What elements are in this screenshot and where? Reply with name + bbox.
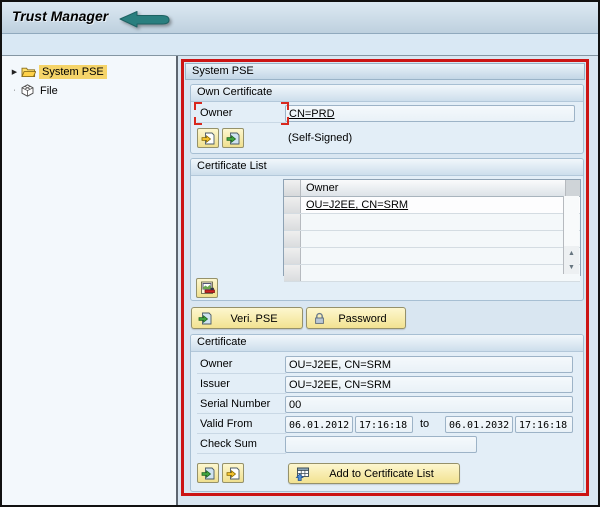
title-bar: Trust Manager [2,2,598,34]
column-header-owner[interactable]: Owner [301,180,565,196]
sidebar-item-label[interactable]: System PSE [39,64,107,79]
add-to-list-icon [295,467,309,481]
valid-from-time-field: 17:16:18 [355,416,413,433]
table-row[interactable]: OU=J2EE, CN=SRM [284,197,580,214]
sidebar-item-system-pse[interactable]: ▶ System PSE [2,62,176,81]
page-title: Trust Manager [12,8,109,24]
export-own-certificate-button[interactable] [197,128,219,148]
cert-owner-label: Owner [197,356,286,374]
cert-issuer-field: OU=J2EE, CN=SRM [285,376,573,393]
table-header-row: Owner [284,180,580,197]
export-certificate-list-button[interactable] [196,278,218,298]
annotation-corner [281,102,289,110]
row-selector[interactable] [284,248,301,264]
row-selector[interactable] [284,265,301,281]
document-import-green-icon [201,467,215,479]
annotation-corner [194,102,202,110]
self-signed-note: (Self-Signed) [288,132,353,144]
annotation-arrow-left-icon [119,11,170,28]
cert-serial-field: 00 [285,396,573,413]
certificate-group: Certificate Owner OU=J2EE, CN=SRM Issuer… [190,334,584,492]
scrollbar-top-cell [565,180,580,196]
expander-icon[interactable]: ▶ [9,68,20,76]
valid-to-date-field: 06.01.2032 [445,416,513,433]
toolbar-strip [2,34,598,56]
table-row[interactable] [284,214,580,231]
import-certificate-button[interactable] [197,463,219,483]
import-own-certificate-button[interactable] [222,128,244,148]
main-panel: System PSE Own Certificate Owner CN=PRD [180,56,598,505]
panel-title: System PSE [185,63,585,80]
valid-to-time-field: 17:16:18 [515,416,573,433]
table-row[interactable] [284,265,580,282]
valid-from-label: Valid From [197,416,286,434]
pse-tree-panel: ▶ System PSE · File [2,56,178,505]
valid-from-date-field: 06.01.2012 [285,416,353,433]
document-export-yellow-icon [201,132,215,144]
verify-pse-icon [198,312,212,324]
certificate-list-header: Certificate List [191,159,583,176]
own-certificate-group: Own Certificate Owner CN=PRD (Self-Signe… [190,84,584,154]
export-to-file-icon [200,281,215,294]
password-button[interactable]: Password [306,307,406,329]
cert-owner-field: OU=J2EE, CN=SRM [285,356,573,373]
annotation-corner [281,117,289,125]
select-all-cell[interactable] [284,180,301,196]
document-export-yellow-icon [226,467,240,479]
pse-box-icon [21,84,34,97]
valid-to-word: to [420,418,430,430]
row-selector[interactable] [284,231,301,247]
certificate-header: Certificate [191,335,583,352]
row-selector[interactable] [284,214,301,230]
lock-icon [315,312,324,324]
veri-pse-button[interactable]: Veri. PSE [191,307,303,329]
table-row[interactable] [284,231,580,248]
cert-serial-label: Serial Number [197,396,286,414]
scroll-up-icon[interactable]: ▲ [564,246,579,260]
owner-label: Owner [194,102,289,125]
owner-value-field[interactable]: CN=PRD [285,105,575,122]
own-certificate-header: Own Certificate [191,85,583,102]
export-certificate-button[interactable] [222,463,244,483]
trust-manager-window: Trust Manager ▶ System PSE · File System… [0,0,600,507]
annotation-corner [194,117,202,125]
row-selector[interactable] [284,197,301,213]
scroll-down-icon[interactable]: ▼ [564,260,579,274]
checksum-field [285,436,477,453]
table-scrollbar[interactable]: ▲ ▼ [563,196,579,274]
sidebar-item-file[interactable]: · File [2,81,176,100]
folder-icon [21,66,36,78]
document-import-green-icon [226,132,240,144]
certificate-list-group: Certificate List Owner OU=J2EE, CN=SRM ▲… [190,158,584,301]
certificate-list-table: Owner OU=J2EE, CN=SRM ▲ ▼ [283,179,581,282]
add-to-certificate-list-button[interactable]: Add to Certificate List [288,463,460,484]
table-row[interactable] [284,248,580,265]
sidebar-item-label[interactable]: File [37,84,61,98]
cert-issuer-label: Issuer [197,376,286,394]
checksum-label: Check Sum [197,436,286,454]
bullet-icon: · [13,87,16,94]
